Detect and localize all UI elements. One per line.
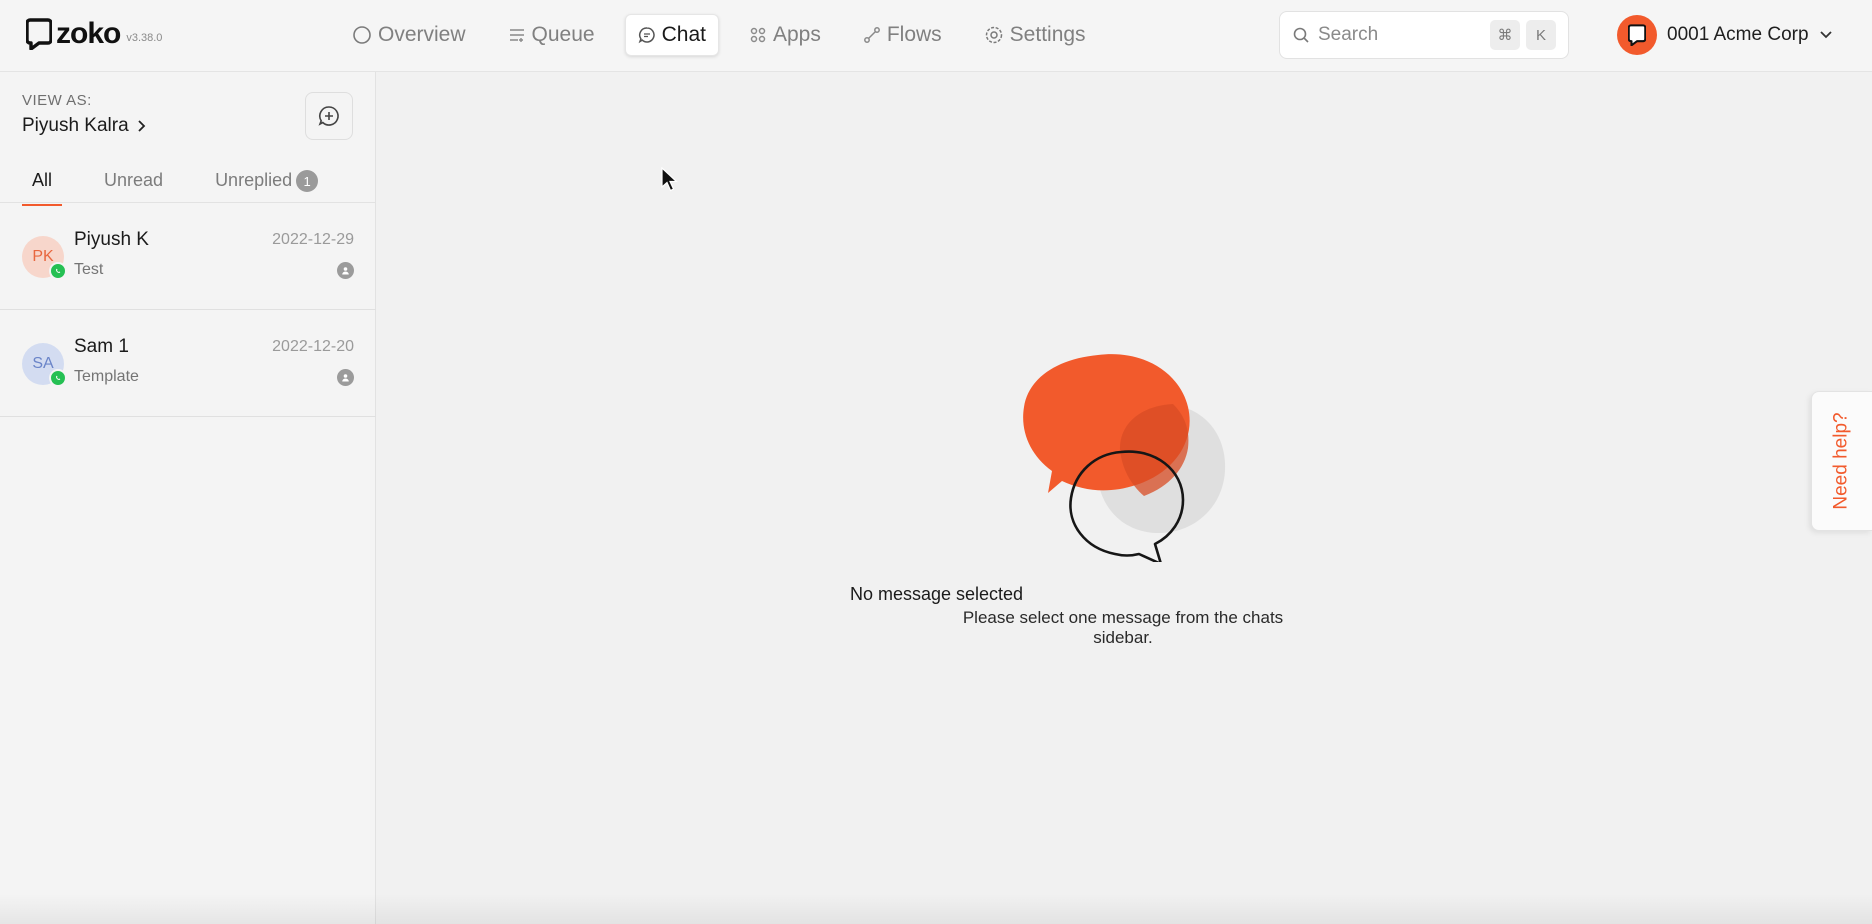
- contact-avatar: PK: [22, 236, 67, 280]
- nav-apps[interactable]: Apps: [737, 14, 833, 56]
- nav-chat-label: Chat: [661, 23, 706, 46]
- need-help-button[interactable]: Need help?: [1811, 391, 1872, 531]
- nav-overview-label: Overview: [378, 23, 466, 46]
- nav-settings[interactable]: Settings: [972, 14, 1098, 56]
- search-placeholder: Search: [1318, 24, 1379, 45]
- search-shortcut: ⌘ K: [1484, 20, 1556, 50]
- app-window: zoko v3.38.0 Overview Queue Chat Apps Fl…: [0, 0, 1872, 924]
- nav-queue[interactable]: Queue: [496, 14, 607, 56]
- assignee-icon: [337, 262, 354, 279]
- nav-flows-label: Flows: [886, 23, 942, 46]
- contact-initials: PK: [32, 248, 54, 265]
- tab-unreplied-label: Unreplied: [215, 170, 293, 190]
- app-version: v3.38.0: [126, 32, 163, 44]
- view-as-user-selector[interactable]: Piyush Kalra: [22, 115, 147, 137]
- unreplied-count-badge: 1: [296, 170, 319, 192]
- chat-list: PK Piyush K 2022-12-29 Test SA Sam 1 202…: [0, 203, 376, 417]
- assignee-icon: [337, 369, 354, 386]
- empty-state-title-wrap: No message selected: [377, 584, 1872, 605]
- whatsapp-icon: [49, 262, 67, 280]
- chevron-down-icon: [1819, 31, 1832, 39]
- apps-icon: [750, 27, 766, 43]
- main-nav: Overview Queue Chat Apps Flows Settings: [340, 14, 1116, 56]
- contact-name: Piyush K: [74, 229, 149, 250]
- chevron-right-icon: [138, 120, 145, 132]
- tab-unreplied[interactable]: Unreplied 1: [205, 168, 328, 206]
- tab-all-label: All: [32, 170, 53, 190]
- logo[interactable]: zoko v3.38.0: [26, 18, 162, 50]
- new-chat-icon: [318, 106, 339, 126]
- contact-avatar: SA: [22, 343, 67, 387]
- flows-icon: [863, 27, 880, 43]
- account-switcher[interactable]: 0001 Acme Corp: [1617, 14, 1833, 56]
- gear-icon: [985, 26, 1002, 44]
- chat-date: 2022-12-29: [272, 231, 354, 248]
- new-chat-button[interactable]: [305, 92, 353, 140]
- mouse-cursor-icon: [661, 167, 679, 192]
- zoko-logo-icon: [26, 18, 52, 50]
- whatsapp-icon: [49, 369, 67, 387]
- empty-state-subtitle: Please select one message from the chats…: [962, 608, 1284, 647]
- search-icon: [1293, 27, 1309, 43]
- nav-queue-label: Queue: [531, 23, 595, 46]
- tab-unread[interactable]: Unread: [94, 168, 173, 206]
- chat-date: 2022-12-20: [272, 338, 354, 355]
- nav-settings-label: Settings: [1009, 23, 1086, 46]
- need-help-label: Need help?: [1831, 412, 1853, 510]
- circle-icon: [353, 26, 371, 44]
- logo-text: zoko: [56, 17, 121, 50]
- k-key: K: [1526, 20, 1556, 50]
- contact-initials: SA: [32, 355, 54, 372]
- nav-apps-label: Apps: [772, 23, 821, 46]
- command-key: ⌘: [1490, 20, 1520, 50]
- view-as-label: VIEW AS:: [22, 92, 92, 109]
- chat-panel: [377, 72, 1872, 924]
- empty-chat-illustration-icon: [1023, 354, 1226, 562]
- chat-filter-tabs: All Unread Unreplied 1: [22, 168, 360, 206]
- tab-all[interactable]: All: [22, 168, 63, 206]
- tab-unread-label: Unread: [104, 170, 164, 190]
- nav-chat[interactable]: Chat: [624, 14, 719, 56]
- view-as-user-name: Piyush Kalra: [22, 115, 129, 136]
- account-name: 0001 Acme Corp: [1667, 24, 1809, 45]
- chat-preview: Test: [74, 261, 104, 278]
- chat-icon: [638, 27, 655, 44]
- nav-flows[interactable]: Flows: [851, 14, 954, 56]
- chat-list-item[interactable]: SA Sam 1 2022-12-20 Template: [0, 310, 376, 417]
- chat-preview: Template: [74, 368, 139, 385]
- account-avatar: [1617, 15, 1657, 55]
- empty-state-title: No message selected: [849, 584, 1024, 604]
- nav-overview[interactable]: Overview: [340, 14, 478, 56]
- chat-list-item[interactable]: PK Piyush K 2022-12-29 Test: [0, 203, 376, 310]
- search-box[interactable]: Search ⌘ K: [1279, 11, 1569, 59]
- queue-icon: [509, 29, 524, 42]
- contact-name: Sam 1: [74, 336, 129, 357]
- chat-sidebar: VIEW AS: Piyush Kalra All Unread Unrepli…: [0, 72, 376, 924]
- zoko-logo-icon: [1628, 24, 1646, 46]
- top-bar: zoko v3.38.0 Overview Queue Chat Apps Fl…: [0, 0, 1872, 72]
